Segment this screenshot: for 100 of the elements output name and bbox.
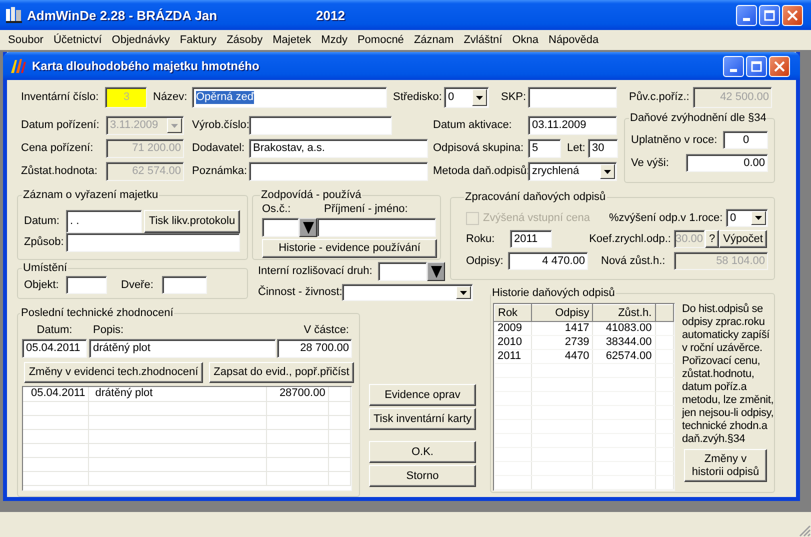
field-label: Inventární číslo:	[21, 90, 100, 105]
group-title: Umístění	[22, 262, 68, 275]
field-label: Popis:	[92, 324, 125, 337]
dropdown-arrow-button[interactable]	[751, 211, 766, 225]
field-label: Let:	[566, 141, 586, 156]
input-field[interactable]: 03.11.2009	[528, 116, 617, 135]
field-label: Koef.zrychl.odp.:	[588, 232, 672, 246]
dropdown-arrow-button[interactable]	[456, 286, 471, 299]
field-label: Os.č.:	[262, 203, 292, 216]
maximize-icon	[751, 60, 762, 72]
maximize-button[interactable]	[759, 4, 780, 26]
field-label: Dveře:	[120, 278, 154, 292]
history-changes-button[interactable]: Změny v historii odpisů	[684, 449, 767, 482]
input-field[interactable]: drátěný plot	[89, 339, 276, 358]
cancel-button[interactable]: Storno	[369, 465, 476, 487]
dropdown-arrow-button[interactable]	[600, 164, 615, 179]
input-field[interactable]: . .	[66, 210, 142, 233]
input-field[interactable]	[249, 162, 428, 181]
minimize-button[interactable]	[723, 56, 744, 76]
menu-item[interactable]: Zásoby	[222, 34, 268, 46]
input-field[interactable]: Opěrná zeď	[192, 87, 387, 108]
input-field[interactable]: Brakostav, a.s.	[249, 139, 428, 158]
menu-item[interactable]: Pomocné	[352, 34, 409, 46]
field-label: %zvýšení odp.v 1.roce:	[609, 210, 724, 226]
record-button[interactable]: Zapsat do evid., popř.přičíst	[209, 362, 354, 383]
close-icon	[787, 10, 798, 20]
history-button[interactable]: Historie - evidence používání	[262, 239, 437, 258]
field-label: Nová zůst.h.:	[600, 254, 666, 268]
field-label: Dodavatel:	[191, 141, 246, 156]
dropdown-field[interactable]: 0	[726, 209, 768, 227]
dropdown-button[interactable]	[427, 262, 445, 281]
table-cell: 2010	[494, 336, 532, 350]
field-label: Poznámka:	[191, 164, 248, 179]
calculate-button[interactable]: Výpočet	[719, 230, 767, 248]
field-label: Datum:	[36, 324, 74, 337]
group-title: Historie daňových odpisů	[491, 287, 616, 300]
print-button[interactable]: Tisk likv.protokolu	[144, 210, 240, 233]
menu-item[interactable]: Objednávky	[106, 34, 175, 46]
menu-item[interactable]: Faktury	[174, 34, 222, 46]
field-label: Název:	[152, 90, 188, 105]
field-label: Odpisová skupina:	[433, 141, 524, 156]
input-field[interactable]	[162, 276, 207, 294]
input-field[interactable]	[528, 87, 617, 108]
input-field[interactable]	[66, 233, 240, 252]
caret-icon	[755, 216, 762, 220]
dropdown-field[interactable]: 0	[444, 87, 489, 108]
dropdown-field[interactable]	[342, 284, 473, 301]
table-cell: 28700.00	[266, 387, 329, 401]
field-label: Činnost - živnost:	[258, 284, 342, 300]
input-field[interactable]	[262, 218, 299, 237]
input-field[interactable]: 05.04.2011	[22, 339, 87, 358]
menu-item[interactable]: Mzdy	[316, 34, 352, 46]
menu-item[interactable]: Nápověda	[544, 34, 604, 46]
menu-item[interactable]: Okna	[507, 34, 544, 46]
input-field[interactable]: 30	[588, 139, 618, 158]
table-cell: drátěný plot	[88, 387, 266, 401]
minimize-icon	[743, 18, 750, 20]
input-field[interactable]: 28 700.00	[277, 339, 352, 358]
minimize-button[interactable]	[736, 4, 757, 26]
input-field[interactable]: 0.00	[686, 154, 768, 172]
field-label: Interní rozlišovací druh:	[258, 264, 374, 279]
changes-button[interactable]: Změny v evidenci tech.zhodnocení	[24, 362, 203, 383]
input-field[interactable]	[249, 116, 392, 135]
input-field[interactable]	[317, 218, 436, 237]
input-field[interactable]: 5	[528, 139, 561, 158]
caret-icon	[460, 290, 467, 294]
maximize-button[interactable]	[746, 56, 767, 76]
table-cell: 38344.00	[592, 336, 656, 350]
menu-item[interactable]: Záznam	[408, 34, 459, 46]
input-field[interactable]: 2011	[510, 230, 552, 248]
dropdown-button[interactable]	[299, 218, 317, 237]
column-header[interactable]: Odpisy	[531, 304, 593, 322]
input-field[interactable]	[378, 262, 427, 281]
field-label: Datum aktivace:	[433, 118, 513, 133]
field-label: Pův.c.poříz.:	[628, 90, 690, 105]
field-label: Uplatněno v roce:	[631, 132, 718, 148]
column-header[interactable]: Rok	[494, 304, 532, 322]
field-label: Cena pořízení:	[21, 141, 94, 156]
ok-button[interactable]: O.K.	[369, 441, 476, 463]
column-header[interactable]: Zůst.h.	[592, 304, 656, 322]
input-field[interactable]: 0	[723, 131, 768, 149]
menu-item[interactable]: Zvláštní	[458, 34, 508, 46]
dropdown-arrow-button[interactable]	[472, 89, 487, 106]
group-title: Zpracování daňových odpisů	[464, 191, 607, 204]
input-field[interactable]	[66, 276, 107, 294]
repairs-button[interactable]: Evidence oprav	[369, 384, 476, 406]
window-title: AdmWinDe 2.28 - BRÁZDA Jan	[27, 8, 218, 22]
close-button[interactable]	[769, 56, 790, 76]
caret-icon	[476, 96, 483, 100]
menu-item[interactable]: Majetek	[268, 34, 316, 46]
field-label: Metoda daň.odpisů:	[433, 164, 528, 179]
close-button[interactable]	[782, 4, 803, 26]
help-button[interactable]: ?	[705, 230, 719, 248]
field-label: Datum:	[24, 214, 60, 229]
menu-item[interactable]: Soubor	[3, 34, 48, 46]
print-card-button[interactable]: Tisk inventární karty	[369, 408, 476, 430]
menu-item[interactable]: Účetnictví	[48, 34, 107, 46]
input-field[interactable]: 4 470.00	[508, 252, 588, 270]
dropdown-field[interactable]: zrychlená	[528, 162, 617, 181]
maximize-icon	[764, 10, 775, 20]
